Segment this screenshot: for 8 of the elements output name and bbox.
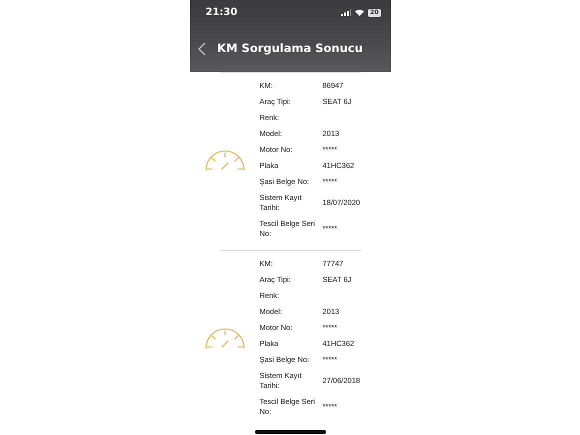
gauge-icon: [204, 327, 246, 349]
wifi-icon: [355, 9, 364, 16]
signal-icon: [341, 9, 352, 16]
home-indicator: [254, 430, 326, 434]
back-icon[interactable]: [198, 42, 206, 56]
status-time: 21:30: [206, 6, 238, 20]
page-title: KM Sorgulama Sonucu: [216, 40, 364, 57]
gauge-icon: [204, 149, 246, 171]
